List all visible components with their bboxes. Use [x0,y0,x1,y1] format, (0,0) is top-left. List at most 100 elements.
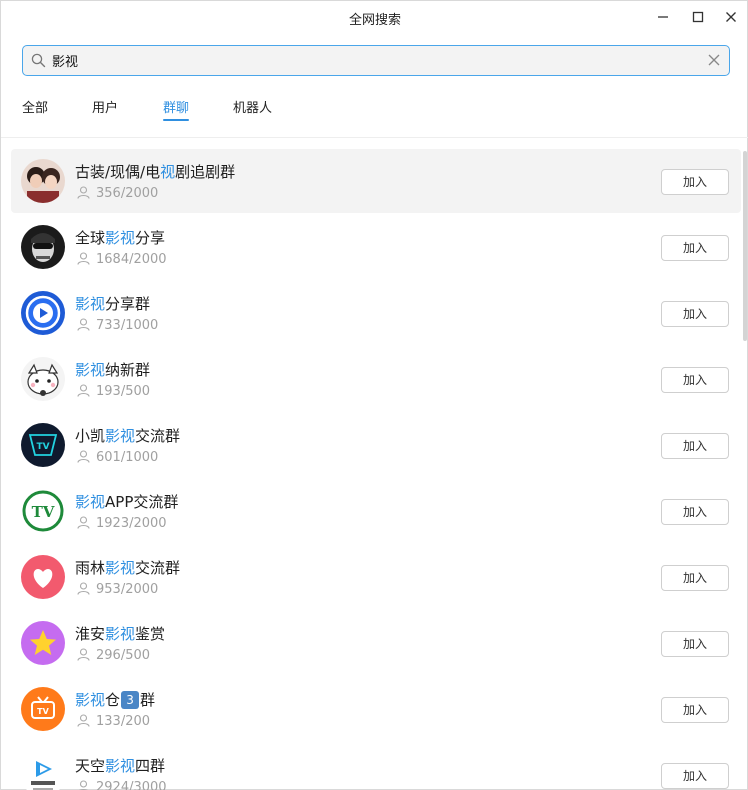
search-input[interactable] [52,50,692,71]
group-row[interactable]: 影视分享群 733/1000 加入 [11,281,741,345]
member-count: 296/500 [77,648,150,663]
minimize-button[interactable] [652,6,674,28]
group-name-text: 淮安 [75,625,106,643]
group-name: 全球影视分享 [75,227,165,248]
join-button[interactable]: 加入 [661,169,729,195]
member-count: 601/1000 [77,450,158,465]
window-title: 全网搜索 [348,13,401,28]
member-count-text: 1923/2000 [96,516,167,531]
title-bar: 全网搜索 [1,1,748,35]
join-button[interactable]: 加入 [661,235,729,261]
group-row[interactable]: 影视纳新群 193/500 加入 [11,347,741,411]
group-name-text: 雨林 [75,559,106,577]
group-name: 雨林影视交流群 [75,557,180,578]
group-name-text: 鉴赏 [135,625,166,643]
member-count: 1923/2000 [77,516,167,531]
user-icon [77,318,90,331]
group-name-text: 天空 [75,757,106,775]
number-badge: 3 [121,691,140,709]
group-avatar[interactable] [21,357,65,401]
group-row[interactable]: 雨林影视交流群 953/2000 加入 [11,545,741,609]
group-avatar[interactable] [21,225,65,269]
group-avatar[interactable] [21,291,65,335]
group-name: 古装/现偶/电视剧追剧群 [75,161,235,182]
search-highlight: 影视 [75,493,106,511]
tab-all[interactable]: 全部 [22,97,48,116]
group-name: 影视分享群 [75,293,150,314]
group-avatar[interactable] [21,753,65,790]
group-name-text: 古装/现偶/电 [75,163,161,181]
search-highlight: 影视 [75,295,106,313]
member-count: 356/2000 [77,186,158,201]
group-avatar[interactable]: TV [21,687,65,731]
user-icon [77,450,90,463]
group-name-text: 小凯 [75,427,106,445]
group-name: 影视仓 3 群 [75,689,155,710]
member-count-text: 953/2000 [96,582,159,597]
member-count-text: 2924/3000 [96,780,167,790]
join-button[interactable]: 加入 [661,499,729,525]
maximize-icon [692,11,704,23]
group-row[interactable]: 天空影视四群 2924/3000 加入 [11,743,741,790]
close-icon [726,12,736,22]
scrollbar[interactable] [743,151,747,341]
member-count-text: 1684/2000 [96,252,167,267]
group-row[interactable]: 全球影视分享 1684/2000 加入 [11,215,741,279]
group-avatar[interactable] [21,621,65,665]
group-name-text: 剧追剧群 [175,163,236,181]
join-button[interactable]: 加入 [661,301,729,327]
user-icon [77,714,90,727]
search-highlight: 影视 [75,361,106,379]
search-highlight: 影视 [105,757,136,775]
group-name-text: 交流群 [135,559,181,577]
group-row[interactable]: 古装/现偶/电视剧追剧群 356/2000 加入 [11,149,741,213]
group-name-text: 分享 [135,229,166,247]
group-avatar[interactable] [21,159,65,203]
group-name: 天空影视四群 [75,755,165,776]
group-avatar[interactable]: TV [21,423,65,467]
group-name-text: 分享群 [105,295,151,313]
tab-bots[interactable]: 机器人 [233,97,272,116]
group-row[interactable]: TV 影视仓 3 群 133/200 加入 [11,677,741,741]
join-button[interactable]: 加入 [661,697,729,723]
group-row[interactable]: TV 小凯影视交流群 601/1000 加入 [11,413,741,477]
svg-text:TV: TV [32,503,55,521]
search-highlight: 影视 [105,559,136,577]
member-count-text: 733/1000 [96,318,159,333]
join-button[interactable]: 加入 [661,763,729,789]
active-tab-indicator [163,119,189,121]
search-highlight: 影视 [105,229,136,247]
tab-groups[interactable]: 群聊 [163,97,189,116]
search-box [22,45,730,76]
member-count: 2924/3000 [77,780,167,790]
user-icon [77,516,90,529]
search-highlight: 影视 [105,625,136,643]
result-tabs: 全部 用户 群聊 机器人 [1,89,748,125]
search-highlight: 视 [160,163,176,181]
user-icon [77,582,90,595]
clear-search-icon[interactable] [707,53,721,67]
user-icon [77,384,90,397]
close-button[interactable] [720,6,742,28]
group-name-text: 交流群 [135,427,181,445]
join-button[interactable]: 加入 [661,433,729,459]
user-icon [77,648,90,661]
join-button[interactable]: 加入 [661,565,729,591]
group-name-text: 群 [140,691,156,709]
minimize-icon [658,16,668,18]
member-count: 953/2000 [77,582,158,597]
join-button[interactable]: 加入 [661,631,729,657]
maximize-button[interactable] [687,6,709,28]
group-avatar[interactable] [21,555,65,599]
member-count: 133/200 [77,714,150,729]
user-icon [77,252,90,265]
tab-users[interactable]: 用户 [92,97,118,116]
group-name-text: APP交流群 [105,493,179,511]
group-name-text: 纳新群 [105,361,151,379]
group-row[interactable]: TV 影视APP交流群 1923/2000 加入 [11,479,741,543]
member-count: 1684/2000 [77,252,167,267]
join-button[interactable]: 加入 [661,367,729,393]
group-name: 影视APP交流群 [75,491,178,512]
group-row[interactable]: 淮安影视鉴赏 296/500 加入 [11,611,741,675]
group-avatar[interactable]: TV [21,489,65,533]
